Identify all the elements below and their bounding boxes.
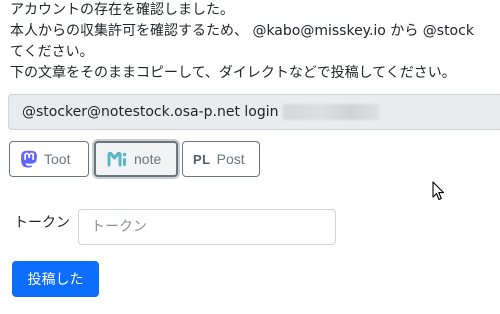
instruction-line: 下の文章をそのままコピーして、ダイレクトなどで投稿してください。 bbox=[10, 65, 456, 81]
pl-icon: PL bbox=[193, 151, 211, 167]
token-input[interactable] bbox=[78, 209, 336, 245]
note-button-label: note bbox=[134, 151, 162, 167]
post-button[interactable]: PL Post bbox=[182, 141, 260, 177]
redacted-code bbox=[282, 104, 379, 120]
post-button-label: Post bbox=[216, 151, 245, 167]
instructions: アカウントの存在を確認しました。 本人からの収集許可を確認するため、 @kabo… bbox=[10, 0, 500, 84]
toot-button[interactable]: Toot bbox=[9, 141, 89, 177]
command-text: @stocker@notestock.osa-p.net login bbox=[22, 104, 279, 120]
instruction-line: 本人からの収集許可を確認するため、 @kabo@misskey.io から @s… bbox=[10, 23, 474, 39]
instruction-line: アカウントの存在を確認しました。 bbox=[10, 2, 234, 18]
mastodon-icon bbox=[20, 150, 38, 169]
submit-button[interactable]: 投稿した bbox=[12, 261, 99, 297]
misskey-icon bbox=[106, 151, 128, 167]
command-text-box[interactable]: @stocker@notestock.osa-p.net login bbox=[8, 94, 500, 130]
instruction-line: てください。 bbox=[10, 44, 94, 60]
token-label: トークン bbox=[14, 215, 70, 231]
toot-button-label: Toot bbox=[44, 151, 71, 167]
mouse-cursor-icon bbox=[432, 181, 445, 205]
note-button[interactable]: note bbox=[94, 141, 178, 177]
page: アカウントの存在を確認しました。 本人からの収集許可を確認するため、 @kabo… bbox=[0, 0, 500, 314]
